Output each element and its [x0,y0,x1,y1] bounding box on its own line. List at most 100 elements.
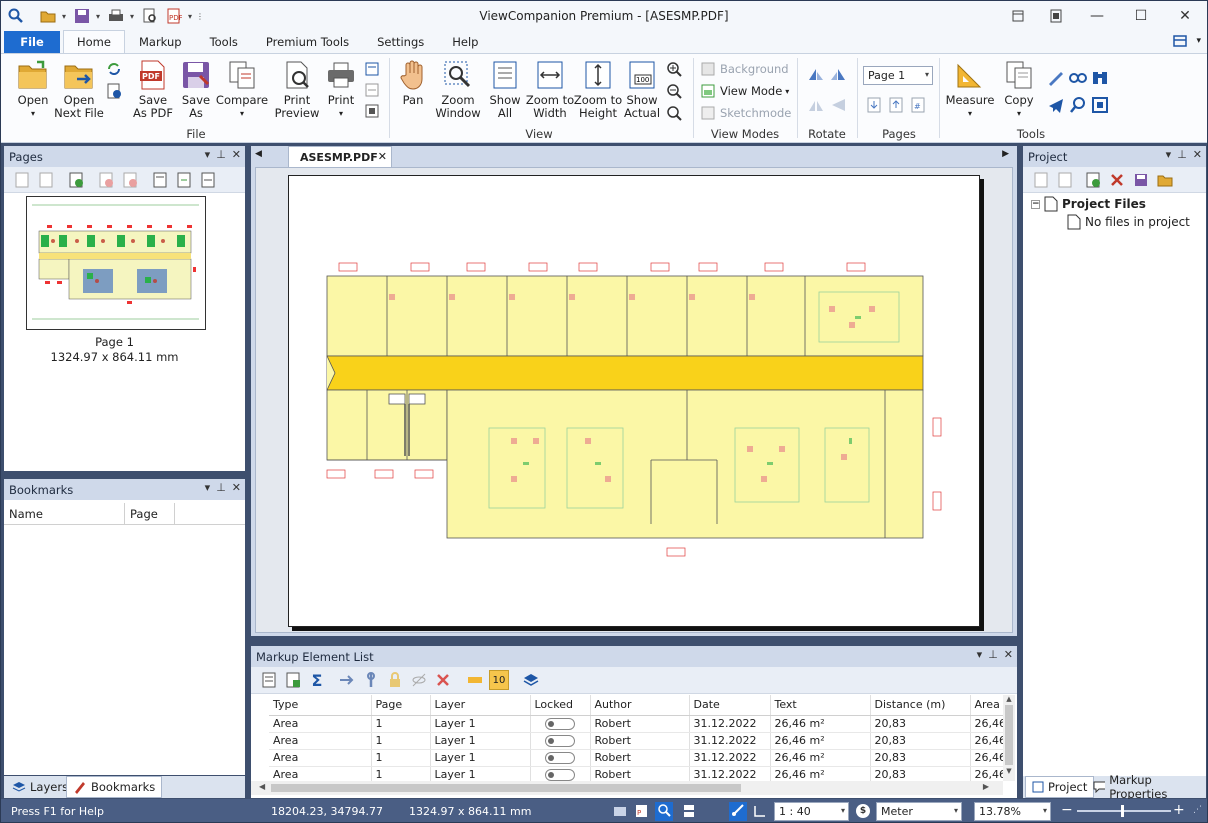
zoom-out-button[interactable]: − [1061,802,1073,818]
goto-page-icon[interactable]: # [909,96,927,114]
minimize-button[interactable]: — [1075,1,1119,31]
canvas[interactable] [255,167,1013,633]
column-header[interactable]: Layer [430,695,531,716]
tab-scroll-left-icon[interactable]: ◀ [255,149,262,159]
bookmarks-col-page[interactable]: Page [125,503,175,524]
ribbon-collapse-icon[interactable]: ▾ [1196,36,1201,46]
restore-ribbon-icon[interactable] [999,1,1037,31]
hide-icon[interactable] [409,670,429,690]
convert-icon[interactable] [363,81,381,99]
vertical-scrollbar[interactable]: ▲ ▼ [1003,695,1015,781]
print-status-icon[interactable] [613,804,627,821]
print-dropdown-icon[interactable]: ▾ [127,12,137,21]
page-info-icon[interactable] [198,170,218,190]
refresh-icon[interactable] [105,60,123,78]
column-header[interactable]: Page [371,695,431,716]
zoom-window-button[interactable]: Zoom Window [435,58,481,120]
tab-file[interactable]: File [4,31,60,53]
horizontal-scrollbar[interactable]: ◀ ▶ [251,781,1003,795]
find-icon[interactable] [1069,96,1087,114]
remove-file-icon[interactable] [1107,170,1127,190]
panel-dropdown-icon[interactable]: ▾ [205,481,211,494]
save-icon[interactable] [71,5,93,27]
print-button[interactable]: Print ▾ [323,58,359,120]
tab-layers[interactable]: Layers [6,777,74,797]
first-page-icon[interactable] [865,96,883,114]
panel-close-icon[interactable]: ✕ [1004,648,1013,661]
zoom-to-width-button[interactable]: Zoom to Width [526,58,574,120]
locked-toggle[interactable] [544,769,575,781]
panel-close-icon[interactable]: ✕ [1193,148,1202,161]
export-page-icon[interactable] [174,170,194,190]
table-row[interactable]: Area 1 Layer 1 Robert 31.12.2022 26,46 m² 20,8… [269,732,1003,750]
project-files-node[interactable]: − Project Files [1031,196,1146,212]
flip-horizontal-icon[interactable] [807,96,825,114]
view-mode-button[interactable]: View Mode ▾ [699,81,789,101]
panel-close-icon[interactable]: ✕ [232,481,241,494]
background-button[interactable]: Background [699,59,789,79]
scrollbar-thumb[interactable] [1005,705,1013,765]
layout-status-icon[interactable] [683,804,695,821]
zoom-to-height-button[interactable]: Zoom to Height [574,58,622,120]
sketchmode-button[interactable]: Sketchmode [699,103,791,123]
tab-settings[interactable]: Settings [363,31,438,53]
measure-button[interactable]: Measure ▾ [945,58,995,120]
snap-status-icon[interactable] [729,802,747,821]
layers-stack-icon[interactable] [521,670,541,690]
sketch-tool-icon[interactable] [1047,68,1065,86]
open-dropdown-icon[interactable]: ▾ [59,12,69,21]
column-header[interactable]: Distance (m) [870,695,971,716]
open-project-icon[interactable] [1155,170,1175,190]
panel-dropdown-icon[interactable]: ▾ [205,148,211,161]
tab-bookmarks[interactable]: Bookmarks [66,776,163,798]
table-row[interactable]: Area 1 Layer 1 Robert 31.12.2022 26,46 m² 20,8… [269,715,1003,733]
zoom-out-icon[interactable] [665,82,683,100]
panel-close-icon[interactable]: ✕ [232,148,241,161]
page-thumbnail[interactable] [26,196,206,330]
zoom-in-button[interactable]: + [1173,802,1185,818]
prev-page-icon[interactable] [887,96,905,114]
zoom-in-icon[interactable] [665,60,683,78]
pdf-dropdown-icon[interactable]: ▾ [185,12,195,21]
column-header[interactable]: Author [590,695,690,716]
locked-toggle[interactable] [544,735,575,747]
glasses-icon[interactable] [1069,68,1087,86]
zoom-previous-icon[interactable] [665,104,683,122]
print-preview-icon[interactable] [139,5,161,27]
scale-select[interactable]: 1 : 40 ▾ [774,802,849,821]
pin-icon[interactable]: ⊥ [1177,148,1187,161]
column-header[interactable]: Area [970,695,1003,716]
compare-button[interactable]: Compare ▾ [216,58,268,120]
pin-icon[interactable]: ⊥ [216,481,226,494]
delete-page-icon[interactable] [96,170,116,190]
insert-page-icon[interactable] [12,170,32,190]
export-excel-icon[interactable] [283,670,303,690]
customize-qat-icon[interactable]: ⋮ [195,12,205,21]
ribbon-options-icon[interactable] [1173,34,1187,51]
delete-pages-icon[interactable] [120,170,140,190]
show-actual-button[interactable]: 100 Show Actual [623,58,661,120]
list-refresh-icon[interactable] [259,670,279,690]
unit-select[interactable]: Meter ▾ [876,802,962,821]
locked-toggle[interactable] [544,718,575,730]
panel-dropdown-icon[interactable]: ▾ [977,648,983,661]
zoom-slider-thumb[interactable] [1121,805,1124,817]
go-to-markup-icon[interactable] [337,670,357,690]
tab-markup[interactable]: Markup [125,31,196,53]
locked-toggle[interactable] [544,752,575,764]
delete-markup-icon[interactable] [433,670,453,690]
close-button[interactable]: ✕ [1163,1,1207,31]
page-select[interactable]: Page 1 ▾ [863,66,933,85]
save-as-button[interactable]: Save As [177,58,215,120]
tab-close-icon[interactable]: ✕ [378,150,387,163]
flip-vertical-icon[interactable] [829,96,847,114]
save-dropdown-icon[interactable]: ▾ [93,12,103,21]
zoom-status-icon[interactable] [655,802,673,821]
show-all-button[interactable]: Show All [487,58,523,120]
column-header[interactable]: Date [689,695,771,716]
zoom-slider[interactable] [1077,810,1171,812]
save-project-icon[interactable] [1131,170,1151,190]
batch-print-icon[interactable] [363,60,381,78]
pin-icon[interactable]: ⊥ [216,148,226,161]
bookmarks-col-name[interactable]: Name [4,503,125,524]
